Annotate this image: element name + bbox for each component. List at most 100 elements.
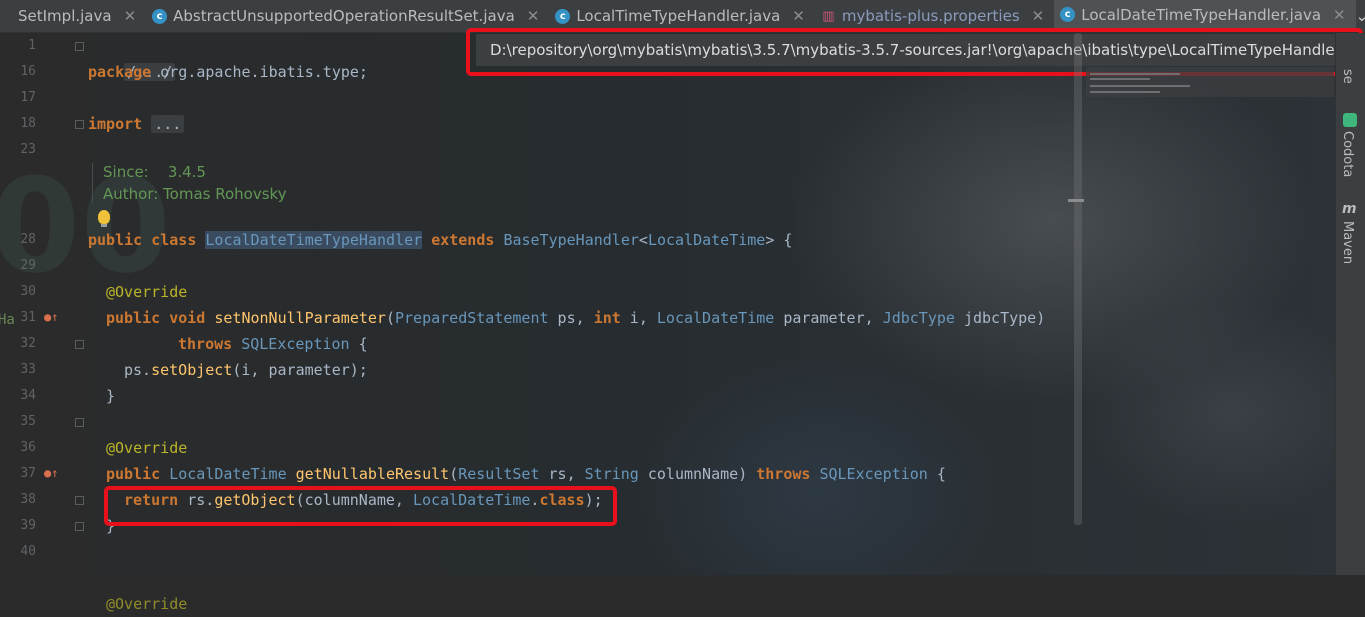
code-line-16: package org.apache.ibatis.type; (88, 59, 368, 85)
parameter: jdbcType (954, 309, 1037, 327)
line-number: 37 (20, 466, 36, 481)
fold-icon[interactable] (75, 418, 84, 427)
tab-localdatetimetypehandler[interactable]: c LocalDateTimeTypeHandler.java ✕ (1054, 0, 1356, 32)
symbol: ) (1036, 309, 1046, 327)
code-line-38: return rs.getObject(columnName, LocalDat… (124, 487, 603, 513)
class-name: LocalDateTimeTypeHandler (205, 231, 423, 249)
line-number: 36 (20, 440, 36, 455)
doc-since: Since: 3.4.5 (103, 163, 287, 181)
method-call: getObject (214, 491, 296, 509)
annotation: @Override (106, 283, 188, 301)
doc-since-label: Since: (103, 163, 149, 181)
fold-icon[interactable] (75, 496, 84, 505)
scrollbar-thumb[interactable] (1074, 33, 1082, 525)
code-preview-thumbnail (1086, 67, 1334, 97)
tab-abstract-unsupported[interactable]: c AbstractUnsupportedOperationResultSet.… (146, 0, 549, 32)
tab-label: SetImpl.java (18, 7, 112, 25)
type: String (584, 465, 639, 483)
keyword: class (539, 491, 585, 509)
codota-icon[interactable] (1343, 113, 1357, 127)
fold-icon[interactable] (75, 522, 84, 531)
close-icon[interactable]: ✕ (1032, 7, 1045, 25)
properties-icon: ▥ (822, 8, 835, 24)
line-number: 28 (20, 232, 36, 247)
type: BaseTypeHandler (503, 231, 639, 249)
symbol: ) (738, 465, 748, 483)
close-icon[interactable]: ✕ (1333, 6, 1346, 24)
type: LocalDateTime (656, 309, 775, 327)
close-icon[interactable]: ✕ (527, 7, 540, 25)
code-line-28: public class LocalDateTimeTypeHandler ex… (88, 227, 1088, 253)
doc-author: Author: Tomas Rohovsky (103, 185, 287, 203)
line-number: 30 (20, 284, 36, 299)
keyword: int (593, 309, 621, 327)
class-icon: c (152, 8, 168, 24)
lightbulb-icon[interactable] (98, 210, 110, 227)
keyword: public (106, 309, 161, 327)
tool-window-partial[interactable]: se (1340, 69, 1355, 84)
keyword: throws (756, 465, 811, 483)
type: SQLException (819, 465, 928, 483)
side-label: Ha (0, 312, 15, 328)
symbol: { (927, 465, 946, 483)
doc-since-value: 3.4.5 (167, 163, 206, 181)
parameter: i, (620, 309, 657, 327)
keyword: return (124, 491, 179, 509)
tab-label: AbstractUnsupportedOperationResultSet.ja… (173, 7, 515, 25)
rendered-javadoc: Since: 3.4.5 Author: Tomas Rohovsky (92, 163, 287, 203)
line-number: 40 (20, 544, 36, 559)
symbol: } (106, 517, 116, 535)
file-path-tooltip: D:\repository\org\mybatis\mybatis\3.5.7\… (476, 34, 1348, 66)
class-icon: c (1060, 7, 1076, 22)
chevron-down-icon[interactable]: ⌄ (1356, 7, 1365, 25)
maven-icon[interactable]: m (1342, 201, 1357, 217)
keyword: package (88, 63, 152, 81)
type: LocalDateTime (647, 231, 766, 249)
line-number: 38 (20, 492, 36, 507)
folded-region[interactable]: ... (151, 115, 185, 133)
method-name: getNullableResult (295, 465, 450, 483)
tool-window-codota[interactable]: Codota (1340, 131, 1355, 177)
override-icon[interactable]: ●↑ (44, 466, 58, 480)
symbol: { (774, 231, 793, 249)
line-number: 39 (20, 518, 36, 533)
method-name: setNonNullParameter (214, 309, 386, 327)
override-icon[interactable]: ●↑ (44, 310, 58, 324)
tab-label: mybatis-plus.properties (841, 7, 1020, 25)
code-editor[interactable]: /.../ package org.apache.ibatis.type; im… (88, 33, 1335, 613)
scroll-marker (1068, 199, 1084, 202)
code-line-36: @Override (106, 435, 187, 461)
fold-icon[interactable] (75, 340, 84, 349)
fold-icon[interactable] (75, 120, 84, 129)
tab-bar-actions: ⌄ (1356, 0, 1365, 32)
code-line-30: @Override (106, 279, 187, 305)
package-name: org.apache.ibatis.type; (160, 63, 368, 81)
identifier: (i, parameter); (232, 361, 368, 379)
line-number: 16 (20, 64, 36, 79)
tool-window-maven[interactable]: Maven (1340, 221, 1355, 264)
tab-mybatis-plus-properties[interactable]: ▥ mybatis-plus.properties ✕ (815, 0, 1054, 32)
code-line-18: import ... (88, 111, 185, 137)
fold-icon[interactable] (75, 42, 84, 51)
editor-gutter: 1 16 17 18 23 28 29 30 31 32 33 34 35 36… (0, 33, 88, 575)
identifier: rs. (178, 491, 215, 509)
type: PreparedStatement (395, 309, 549, 327)
tab-localtimetypehandler[interactable]: c LocalTimeTypeHandler.java ✕ (549, 0, 815, 32)
symbol: ( (385, 309, 395, 327)
type: ResultSet (458, 465, 540, 483)
code-line-37: public LocalDateTime getNullableResult(R… (106, 461, 946, 487)
tab-setimpl[interactable]: SetImpl.java ✕ (0, 0, 146, 32)
close-icon[interactable]: ✕ (792, 7, 805, 25)
line-number: 23 (20, 142, 36, 157)
right-tool-strip: se Codota m Maven (1335, 33, 1365, 575)
code-line-31: public void setNonNullParameter(Prepared… (106, 305, 1045, 331)
symbol: } (106, 387, 116, 405)
keyword: import (88, 115, 143, 133)
close-icon[interactable]: ✕ (124, 7, 137, 25)
editor-tab-bar: SetImpl.java ✕ c AbstractUnsupportedOper… (0, 0, 1365, 33)
vertical-scrollbar[interactable] (1072, 33, 1084, 525)
parameter: rs, (539, 465, 585, 483)
keyword: throws (178, 335, 233, 353)
parameter: parameter, (774, 309, 883, 327)
keyword: extends (431, 231, 495, 249)
